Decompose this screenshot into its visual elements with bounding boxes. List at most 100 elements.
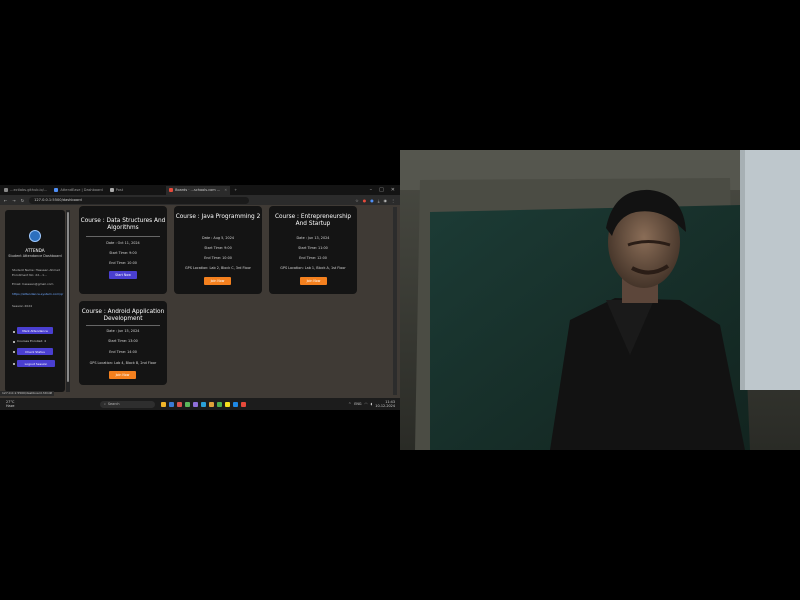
bullet-icon: [13, 351, 15, 353]
windows-taskbar: 27°C Haze ⌕ Search ^ ENG ◠ ◖ 11:43 10-12…: [0, 398, 400, 410]
logo-icon: [29, 230, 41, 242]
browser-tab-3[interactable]: Post: [107, 186, 126, 195]
course-location: GPS Location: Lab 2, Block C, 3rd Floor: [185, 266, 251, 270]
profile-icon[interactable]: ◉: [384, 198, 388, 203]
file-explorer-icon[interactable]: [161, 401, 166, 407]
bullet-icon: [13, 363, 15, 365]
vscode-icon[interactable]: [233, 401, 238, 407]
taskbar-search[interactable]: ⌕ Search: [100, 400, 155, 408]
sidebar-title: ATTENDA: [25, 248, 45, 253]
participant-video-frame: [400, 150, 800, 450]
app-icon[interactable]: [209, 401, 214, 407]
reload-icon[interactable]: ↻: [21, 198, 24, 203]
app-icon[interactable]: [177, 401, 182, 407]
language-indicator[interactable]: ENG: [354, 402, 361, 406]
join-now-button[interactable]: Join Now: [300, 277, 327, 285]
browser-tab-active[interactable]: Boards · …schools.com … ✕: [166, 185, 231, 195]
app-icon[interactable]: [185, 401, 190, 407]
course-end-time: End Time: 10:00: [204, 256, 232, 260]
chevron-up-icon[interactable]: ^: [348, 402, 351, 406]
tab-label: …ectlabs.github.io/…: [10, 188, 48, 192]
course-card: Course : Java Programming 2 Date : Aug 5…: [174, 206, 262, 294]
mark-attendance-button[interactable]: Mark Attendance: [17, 327, 53, 334]
extension-icon[interactable]: ●: [370, 198, 374, 203]
page-scrollbar[interactable]: [393, 207, 397, 395]
tab-favicon-icon: [54, 188, 59, 192]
course-start-time: Start Time: 13:00: [108, 339, 138, 343]
minimize-icon[interactable]: –: [370, 187, 373, 193]
browser-tab-1[interactable]: …ectlabs.github.io/…: [1, 186, 50, 195]
course-start-time: Start Time: 9:00: [204, 246, 232, 250]
browser-toolbar-icons: ☆ ● ● ⤓ ◉ ⋮: [355, 198, 400, 203]
chrome-icon[interactable]: [241, 401, 246, 407]
course-date: Date : Jun 15, 2024: [106, 329, 140, 333]
status-bar-url: 127.0.0.1:5500/dashboard.html#: [0, 391, 55, 396]
course-card: Course : Android Application Development…: [79, 301, 167, 385]
maximize-icon[interactable]: □: [379, 187, 384, 193]
course-end-time: End Time: 14:00: [109, 350, 137, 354]
url-input[interactable]: 127.0.0.1:5500/dashboard: [29, 196, 250, 204]
forward-icon[interactable]: →: [12, 198, 15, 203]
sidebar-scrollbar-thumb[interactable]: [67, 212, 69, 382]
wifi-icon[interactable]: ◠: [365, 402, 368, 406]
course-location: GPS Location: Lab 4, Block B, 2nd Floor: [89, 361, 157, 365]
course-end-time: End Time: 12:00: [299, 256, 327, 260]
course-card: Course : Entrepreneurship And Startup Da…: [269, 206, 357, 294]
divider: [86, 236, 160, 237]
qr-link[interactable]: https://attendance-system.com/qr: [12, 292, 64, 296]
app-icon[interactable]: [193, 401, 198, 407]
tab-label: Post: [115, 188, 124, 192]
course-title: Course : Entrepreneurship And Startup: [274, 214, 352, 227]
session-text: Session 2024: [12, 304, 33, 308]
tab-favicon-icon: [4, 188, 8, 192]
browser-tab-bar: …ectlabs.github.io/… AttendEase | Dashbo…: [0, 185, 400, 195]
tab-favicon-icon: [169, 188, 174, 192]
course-start-time: Start Time: 9:00: [109, 251, 137, 255]
participant-video: [400, 150, 800, 450]
course-location: GPS Location: Lab 1, Block A, 1st Floor: [280, 266, 346, 270]
browser-tab-2[interactable]: AttendEase | Dashboard: [51, 186, 105, 195]
tab-label: AttendEase | Dashboard: [60, 188, 103, 192]
app-icon[interactable]: [169, 401, 174, 407]
course-title: Course : Data Structures And Algorithms: [80, 218, 166, 231]
bullet-icon: [13, 331, 15, 333]
student-name: Student Name: Hassaan Ahmed: [12, 268, 60, 272]
star-icon[interactable]: ☆: [355, 198, 359, 203]
tab-favicon-icon: [109, 188, 114, 192]
close-window-icon[interactable]: ✕: [391, 187, 395, 193]
app-icon[interactable]: [217, 401, 222, 407]
divider: [86, 325, 160, 326]
sidebar-subtitle: Student Attendance Dashboard: [8, 254, 62, 258]
course-card: Course : Data Structures And Algorithms …: [79, 206, 167, 294]
join-now-button[interactable]: Join Now: [204, 277, 231, 285]
new-tab-icon: +: [234, 188, 238, 192]
tab-close-icon[interactable]: ✕: [224, 188, 227, 192]
address-bar-row: ← → ↻ 127.0.0.1:5500/dashboard ☆ ● ● ⤓ ◉…: [0, 195, 400, 205]
app-icon[interactable]: [201, 401, 206, 407]
courses-enrolled: Courses Enrolled: 4: [17, 339, 47, 343]
course-end-time: End Time: 10:00: [109, 261, 137, 265]
bullet-icon: [13, 341, 15, 343]
search-placeholder: Search: [107, 402, 120, 406]
url-text: 127.0.0.1:5500/dashboard: [34, 198, 82, 202]
check-status-button[interactable]: Check Status: [17, 348, 53, 355]
app-icon[interactable]: [225, 401, 230, 407]
search-icon: ⌕: [104, 402, 106, 406]
join-now-button[interactable]: Join Now: [109, 371, 136, 379]
back-icon[interactable]: ←: [4, 198, 7, 203]
weather-widget[interactable]: 27°C Haze: [0, 400, 40, 408]
volume-icon[interactable]: ◖: [370, 402, 372, 406]
logout-session-button[interactable]: Logout Session: [17, 360, 55, 367]
new-tab-button[interactable]: +: [231, 186, 240, 195]
clock-date: 10-12-2024: [375, 404, 395, 408]
extension-icon[interactable]: ●: [363, 198, 367, 203]
downloads-icon[interactable]: ⤓: [378, 198, 380, 203]
taskbar-apps: [161, 401, 246, 407]
menu-icon[interactable]: ⋮: [391, 198, 395, 203]
course-start-time: Start Time: 11:00: [298, 246, 328, 250]
system-tray: ^ ENG ◠ ◖ 11:43 10-12-2024: [348, 400, 400, 408]
start-now-button[interactable]: Start Now: [109, 271, 137, 279]
tab-label: Boards · …schools.com …: [175, 188, 221, 192]
web-page: ATTENDA Student Attendance Dashboard Stu…: [0, 205, 400, 398]
clock[interactable]: 11:43 10-12-2024: [375, 400, 395, 408]
